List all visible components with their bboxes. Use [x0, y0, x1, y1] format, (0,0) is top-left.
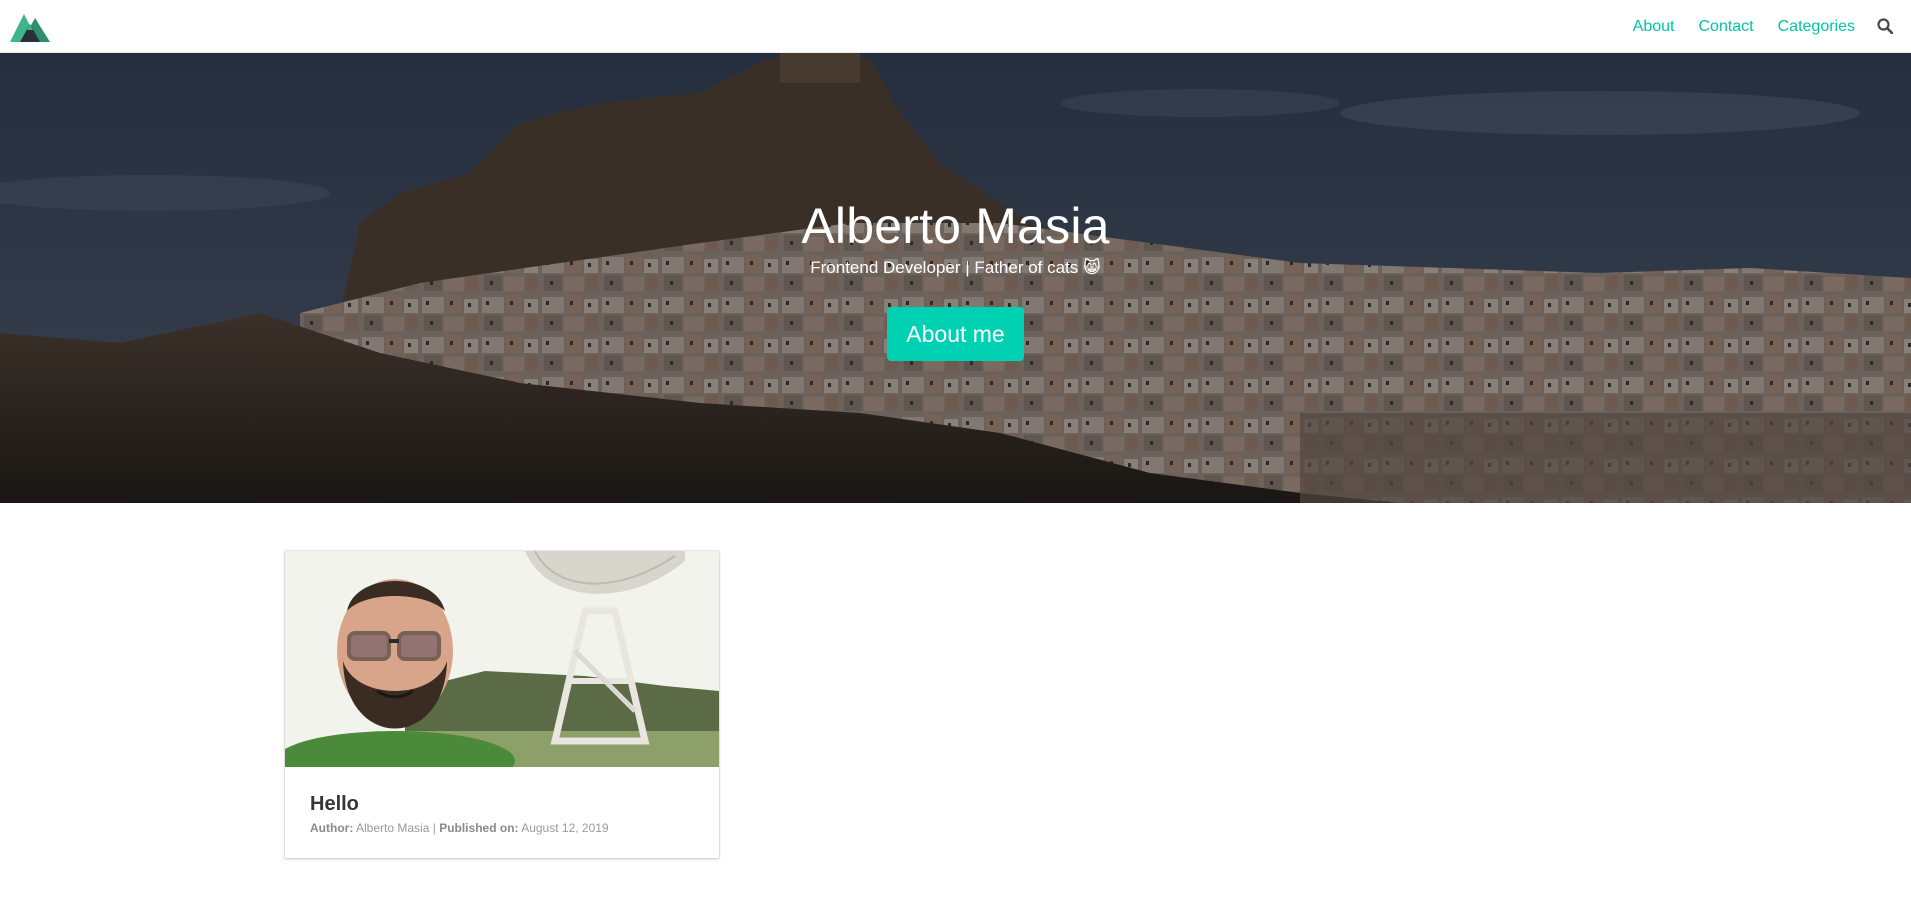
search-icon [1877, 18, 1893, 34]
nav-link-about[interactable]: About [1621, 0, 1687, 53]
search-button[interactable] [1867, 0, 1903, 53]
nav-link-contact[interactable]: Contact [1686, 0, 1765, 53]
author-label: Author: [310, 821, 354, 835]
hero-title: Alberto Masia [801, 198, 1110, 254]
post-card[interactable]: Hello Author: Alberto Masia | Published … [285, 551, 719, 858]
mountain-logo-icon [10, 14, 50, 42]
post-title[interactable]: Hello [310, 791, 694, 817]
published-label: Published on: [439, 821, 519, 835]
published-date: August 12, 2019 [521, 821, 609, 835]
post-meta: Author: Alberto Masia | Published on: Au… [310, 821, 694, 835]
post-card-content: Hello Author: Alberto Masia | Published … [285, 767, 719, 859]
post-card-image [285, 551, 719, 767]
selfie-photo [285, 551, 719, 767]
author-name: Alberto Masia [356, 821, 430, 835]
meta-separator: | [432, 821, 436, 835]
about-me-button[interactable]: About me [887, 307, 1024, 361]
top-navbar: About Contact Categories [0, 0, 1911, 53]
hero-subtitle: Frontend Developer | Father of cats 😸 [810, 256, 1101, 280]
site-logo[interactable] [10, 10, 50, 42]
hero-banner: Alberto Masia Frontend Developer | Fathe… [0, 53, 1911, 503]
nav-menu: About Contact Categories [1621, 0, 1903, 53]
hero-subtitle-text: Frontend Developer | Father of cats [810, 258, 1079, 277]
hero-content: Alberto Masia Frontend Developer | Fathe… [0, 53, 1911, 503]
nav-link-categories[interactable]: Categories [1766, 0, 1867, 53]
cat-emoji-icon: 😸 [1083, 258, 1101, 278]
